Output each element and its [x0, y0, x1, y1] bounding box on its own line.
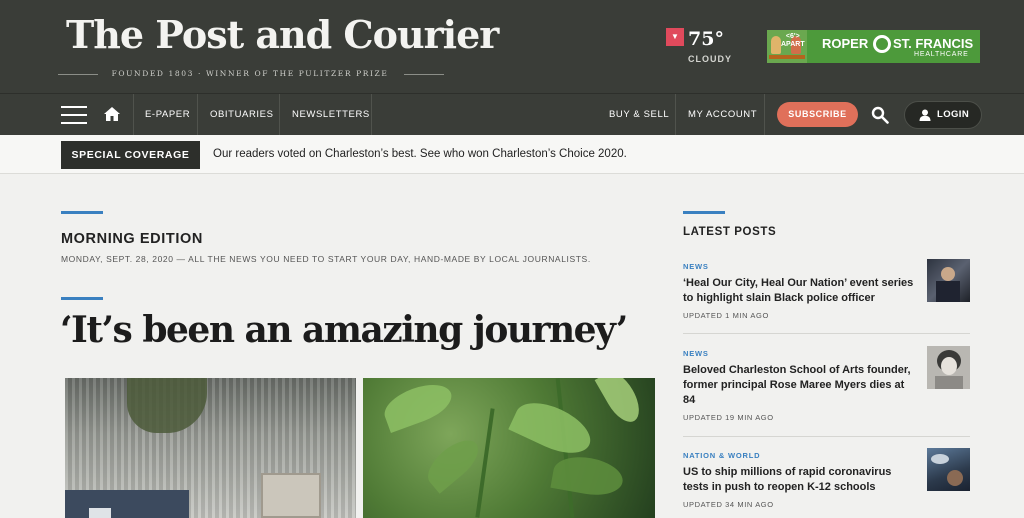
lead-photo-plant[interactable]	[363, 378, 655, 518]
menu-icon[interactable]	[61, 106, 87, 124]
post-thumbnail[interactable]	[927, 346, 970, 389]
login-label: LOGIN	[937, 109, 970, 120]
ad-apart-label: <6'> APART	[781, 33, 805, 48]
post-thumbnail[interactable]	[927, 448, 970, 491]
post-timestamp: UPDATED 1 MIN AGO	[683, 311, 769, 320]
post-category[interactable]: NEWS	[683, 349, 709, 358]
lead-photo-building[interactable]	[65, 378, 356, 518]
main-nav: E-PAPER OBITUARIES NEWSLETTERS BUY & SEL…	[0, 93, 1024, 136]
nav-link-my-account[interactable]: MY ACCOUNT	[675, 94, 770, 136]
nav-divider	[371, 94, 372, 136]
nav-link-obituaries[interactable]: OBITUARIES	[197, 94, 287, 136]
post-timestamp: UPDATED 19 MIN AGO	[683, 413, 774, 422]
latest-post-item[interactable]: NATION & WORLD US to ship millions of ra…	[683, 448, 970, 516]
ad-brand-right: ST. FRANCIS	[893, 36, 974, 51]
login-button[interactable]: LOGIN	[904, 101, 982, 129]
edition-title: MORNING EDITION	[61, 231, 203, 247]
latest-post-item[interactable]: NEWS Beloved Charleston School of Arts f…	[683, 346, 970, 426]
section-accent-rule	[61, 211, 103, 214]
special-coverage-link[interactable]: Our readers voted on Charleston’s best. …	[213, 148, 627, 160]
tagline: FOUNDED 1803 · WINNER OF THE PULITZER PR…	[111, 69, 389, 78]
post-title[interactable]: ‘Heal Our City, Heal Our Nation’ event s…	[683, 276, 915, 306]
post-divider	[683, 436, 970, 437]
ad-logo-icon	[873, 35, 891, 53]
weather-condition: CLOUDY	[688, 54, 732, 64]
special-coverage-bar: SPECIAL COVERAGE Our readers voted on Ch…	[0, 135, 1024, 174]
search-icon[interactable]	[871, 106, 889, 124]
post-title[interactable]: US to ship millions of rapid coronavirus…	[683, 465, 915, 495]
nav-link-buy-sell[interactable]: BUY & SELL	[596, 94, 682, 136]
post-divider	[683, 333, 970, 334]
weather-temperature[interactable]: 75°	[688, 28, 724, 50]
post-title[interactable]: Beloved Charleston School of Arts founde…	[683, 363, 915, 408]
ad-brand-left: ROPER	[822, 36, 869, 51]
user-icon	[919, 109, 931, 121]
nav-divider	[764, 94, 765, 136]
sidebar-accent-rule	[683, 211, 725, 214]
latest-posts-title: LATEST POSTS	[683, 226, 777, 238]
alert-flag-icon[interactable]: ▼	[666, 28, 684, 46]
post-category[interactable]: NEWS	[683, 262, 709, 271]
masthead: The Post and Courier FOUNDED 1803 · WINN…	[0, 0, 1024, 93]
post-timestamp: UPDATED 34 MIN AGO	[683, 500, 774, 509]
latest-post-item[interactable]: NEWS ‘Heal Our City, Heal Our Nation’ ev…	[683, 259, 970, 329]
nav-link-e-paper[interactable]: E-PAPER	[132, 94, 203, 136]
post-thumbnail[interactable]	[927, 259, 970, 302]
ad-brand-sub: HEALTHCARE	[914, 51, 969, 58]
subscribe-button[interactable]: SUBSCRIBE	[777, 102, 858, 127]
special-coverage-badge[interactable]: SPECIAL COVERAGE	[61, 141, 200, 169]
site-logo[interactable]: The Post and Courier	[66, 12, 499, 57]
lead-headline[interactable]: ‘It’s been an amazing journey’	[60, 309, 628, 351]
headline-accent-rule	[61, 297, 103, 300]
nav-link-newsletters[interactable]: NEWSLETTERS	[279, 94, 383, 136]
post-category[interactable]: NATION & WORLD	[683, 451, 760, 460]
edition-subtitle: MONDAY, SEPT. 28, 2020 — ALL THE NEWS YO…	[61, 254, 591, 264]
tagline-rule-left	[58, 74, 98, 75]
home-icon[interactable]	[103, 105, 121, 123]
tagline-rule-right	[404, 74, 444, 75]
advertisement-banner[interactable]: <6'> APART ROPER ST. FRANCIS HEALTHCARE	[767, 30, 980, 63]
